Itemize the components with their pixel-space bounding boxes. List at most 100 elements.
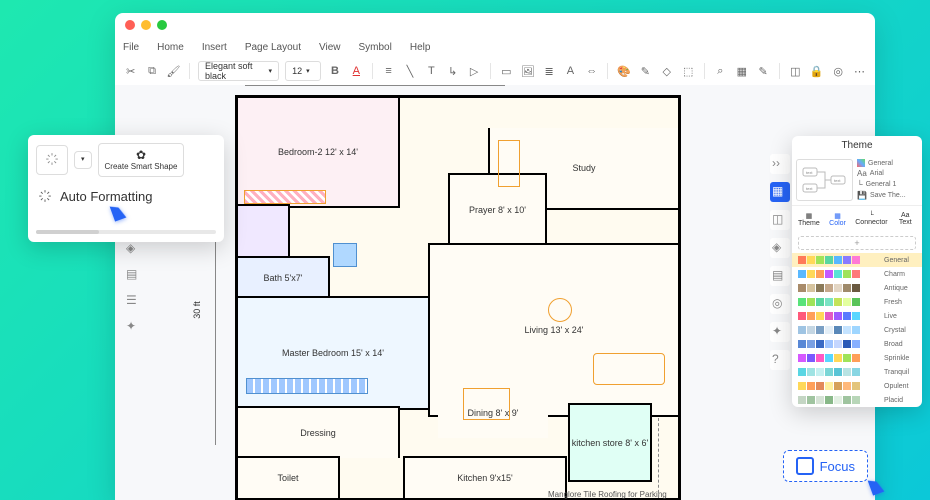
sparkle-button[interactable] <box>36 145 68 176</box>
color-swatch[interactable] <box>825 326 833 334</box>
color-swatch[interactable] <box>798 284 806 292</box>
fill-icon[interactable]: 🎨 <box>616 62 631 80</box>
color-swatch[interactable] <box>852 354 860 362</box>
more-icon[interactable]: ⋯ <box>852 62 867 80</box>
color-swatch[interactable] <box>816 340 824 348</box>
color-swatch[interactable] <box>852 396 860 404</box>
tab-theme[interactable]: ▦Theme <box>796 210 822 229</box>
copy-icon[interactable]: ⧉ <box>144 62 159 80</box>
color-swatch[interactable] <box>852 312 860 320</box>
pointer-icon[interactable]: ▷ <box>466 62 481 80</box>
color-swatch[interactable] <box>807 382 815 390</box>
align-text-icon[interactable]: ≣ <box>541 62 556 80</box>
color-swatch[interactable] <box>807 312 815 320</box>
color-swatch[interactable] <box>816 298 824 306</box>
color-swatch[interactable] <box>816 368 824 376</box>
color-swatch[interactable] <box>798 256 806 264</box>
color-swatch[interactable] <box>825 354 833 362</box>
props-tab-icon[interactable]: ◈ <box>770 238 790 258</box>
color-swatch[interactable] <box>843 284 851 292</box>
shape-icon[interactable]: ▭ <box>499 62 514 80</box>
font-select[interactable]: Elegant soft black▾ <box>198 61 279 81</box>
swatch-row-placid[interactable]: Placid <box>792 393 922 407</box>
color-swatch[interactable] <box>843 354 851 362</box>
room-kitchen-store[interactable]: kitchen store 8' x 6' <box>568 403 652 482</box>
color-swatch[interactable] <box>843 326 851 334</box>
color-swatch[interactable] <box>807 340 815 348</box>
assets-panel-icon[interactable]: ◈ <box>126 241 142 257</box>
color-swatch[interactable] <box>834 368 842 376</box>
traffic-light-close[interactable] <box>125 20 135 30</box>
help-tab-icon[interactable]: ? <box>770 350 790 370</box>
color-swatch[interactable] <box>816 354 824 362</box>
color-swatch[interactable] <box>834 326 842 334</box>
swatch-row-crystal[interactable]: Crystal <box>792 323 922 337</box>
pen-icon[interactable]: ✎ <box>755 62 770 80</box>
color-swatch[interactable] <box>825 312 833 320</box>
distribute-icon[interactable]: ⇔ <box>584 62 599 80</box>
swatch-row-sprinkle[interactable]: Sprinkle <box>792 351 922 365</box>
theme-list-save[interactable]: 💾Save The... <box>857 191 918 200</box>
color-swatch[interactable] <box>816 396 824 404</box>
menu-home[interactable]: Home <box>157 42 184 53</box>
color-swatch[interactable] <box>834 284 842 292</box>
room-toilet[interactable]: Toilet <box>236 456 340 498</box>
align-icon[interactable]: ≡ <box>381 62 396 80</box>
color-swatch[interactable] <box>807 298 815 306</box>
color-swatch[interactable] <box>807 368 815 376</box>
floor-plan[interactable]: Bedroom-2 12' x 14' Study Prayer 8' x 10… <box>235 95 681 500</box>
swatch-row-opulent[interactable]: Opulent <box>792 379 922 393</box>
color-swatch[interactable] <box>843 340 851 348</box>
color-swatch[interactable] <box>816 326 824 334</box>
lock-icon[interactable]: 🔒 <box>809 62 824 80</box>
color-swatch[interactable] <box>798 382 806 390</box>
color-swatch[interactable] <box>825 270 833 278</box>
color-swatch[interactable] <box>825 340 833 348</box>
color-swatch[interactable] <box>852 256 860 264</box>
color-swatch[interactable] <box>798 368 806 376</box>
image-icon[interactable]: 🖼 <box>520 62 535 80</box>
color-swatch[interactable] <box>834 256 842 264</box>
room-bath[interactable]: Bath 5'x7' <box>236 256 330 300</box>
theme-list-general1[interactable]: └General 1 <box>857 180 918 189</box>
menu-insert[interactable]: Insert <box>202 42 227 53</box>
color-swatch[interactable] <box>807 284 815 292</box>
color-swatch[interactable] <box>843 298 851 306</box>
color-swatch[interactable] <box>843 256 851 264</box>
color-swatch[interactable] <box>852 340 860 348</box>
color-swatch[interactable] <box>852 284 860 292</box>
outline-panel-icon[interactable]: ☰ <box>126 293 142 309</box>
color-swatch[interactable] <box>843 270 851 278</box>
text-icon[interactable]: T <box>424 62 439 80</box>
cut-icon[interactable]: ✂ <box>123 62 138 80</box>
traffic-light-min[interactable] <box>141 20 151 30</box>
ai-panel-icon[interactable]: ✦ <box>126 319 142 335</box>
color-swatch[interactable] <box>843 368 851 376</box>
swatch-row-charm[interactable]: Charm <box>792 267 922 281</box>
color-swatch[interactable] <box>852 270 860 278</box>
color-swatch[interactable] <box>834 312 842 320</box>
color-swatch[interactable] <box>816 284 824 292</box>
color-swatch[interactable] <box>825 382 833 390</box>
room-kitchen[interactable]: Kitchen 9'x15' <box>403 456 567 498</box>
room-dressing[interactable]: Dressing <box>236 406 400 458</box>
color-swatch[interactable] <box>816 312 824 320</box>
color-swatch[interactable] <box>816 256 824 264</box>
bold-icon[interactable]: B <box>327 62 342 80</box>
menu-help[interactable]: Help <box>410 42 431 53</box>
comments-tab-icon[interactable]: ◎ <box>770 294 790 314</box>
tab-connector[interactable]: └Connector <box>853 210 889 229</box>
frame-icon[interactable]: ⬚ <box>680 62 695 80</box>
color-swatch[interactable] <box>798 354 806 362</box>
tab-text[interactable]: AaText <box>893 210 918 229</box>
style-tab-icon[interactable]: ◫ <box>770 210 790 230</box>
pages-panel-icon[interactable]: ▤ <box>126 267 142 283</box>
color-swatch[interactable] <box>798 270 806 278</box>
search-icon[interactable]: ⌕ <box>713 62 728 80</box>
theme-list-general[interactable]: General <box>857 159 918 167</box>
theme-list-arial[interactable]: AaArial <box>857 169 918 178</box>
connector-icon[interactable]: ↳ <box>445 62 460 80</box>
traffic-light-max[interactable] <box>157 20 167 30</box>
color-swatch[interactable] <box>816 382 824 390</box>
theme-tab-icon[interactable]: ▦ <box>770 182 790 202</box>
